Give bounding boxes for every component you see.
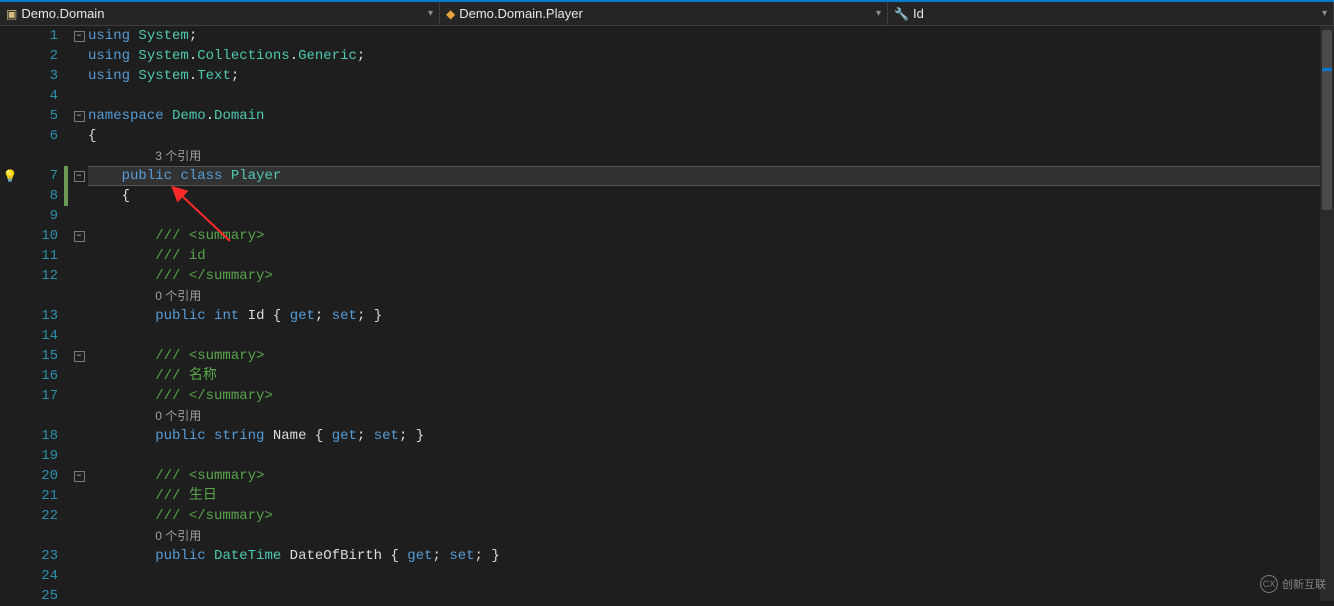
code-line[interactable] <box>88 446 1334 466</box>
fold-toggle[interactable]: − <box>74 351 85 362</box>
code-line[interactable]: { <box>88 186 1334 206</box>
code-line[interactable]: public string Name { get; set; } <box>88 426 1334 446</box>
code-line[interactable]: 0 个引用 <box>88 526 1334 546</box>
code-line[interactable]: /// </summary> <box>88 266 1334 286</box>
breadcrumb-class[interactable]: ◆ Demo.Domain.Player ▾ <box>440 2 888 25</box>
line-number: 16 <box>20 366 58 386</box>
code-line[interactable]: /// id <box>88 246 1334 266</box>
line-number: 24 <box>20 566 58 586</box>
breadcrumb-member[interactable]: 🔧 Id ▾ <box>888 2 1334 25</box>
code-line[interactable]: 0 个引用 <box>88 406 1334 426</box>
fold-toggle[interactable]: − <box>74 471 85 482</box>
code-line[interactable] <box>88 206 1334 226</box>
code-line[interactable]: public int Id { get; set; } <box>88 306 1334 326</box>
breadcrumb-class-label: Demo.Domain.Player <box>459 6 583 21</box>
line-number: 18 <box>20 426 58 446</box>
line-number <box>20 406 58 426</box>
code-area[interactable]: using System;using System.Collections.Ge… <box>88 26 1334 601</box>
breadcrumb-namespace[interactable]: ▣ Demo.Domain ▾ <box>0 2 440 25</box>
wrench-icon: 🔧 <box>894 7 909 21</box>
code-editor[interactable]: 💡 12345678910111213141516171819202122232… <box>0 26 1334 601</box>
change-marker <box>64 186 68 206</box>
line-number-gutter: 1234567891011121314151617181920212223242… <box>20 26 64 601</box>
code-line[interactable]: /// <summary> <box>88 226 1334 246</box>
code-line[interactable]: /// </summary> <box>88 506 1334 526</box>
code-line[interactable]: /// <summary> <box>88 346 1334 366</box>
fold-toggle[interactable]: − <box>74 111 85 122</box>
scrollbar-thumb[interactable] <box>1322 30 1332 210</box>
line-number <box>20 286 58 306</box>
line-number: 2 <box>20 46 58 66</box>
breadcrumb-namespace-label: Demo.Domain <box>21 6 104 21</box>
line-number: 1 <box>20 26 58 46</box>
code-line[interactable]: /// 生日 <box>88 486 1334 506</box>
line-number: 23 <box>20 546 58 566</box>
line-number <box>20 146 58 166</box>
code-line[interactable]: { <box>88 126 1334 146</box>
line-number: 25 <box>20 586 58 606</box>
class-icon: ◆ <box>446 7 455 21</box>
line-number: 14 <box>20 326 58 346</box>
code-line[interactable]: /// <summary> <box>88 466 1334 486</box>
code-line[interactable] <box>88 586 1334 606</box>
namespace-icon: ▣ <box>6 7 17 21</box>
watermark-logo-icon: CX <box>1260 575 1278 593</box>
breadcrumb-member-label: Id <box>913 6 924 21</box>
change-marker <box>64 166 68 186</box>
code-line[interactable]: namespace Demo.Domain <box>88 106 1334 126</box>
vertical-scrollbar[interactable] <box>1320 26 1334 601</box>
code-line[interactable]: /// 名称 <box>88 366 1334 386</box>
chevron-down-icon: ▾ <box>876 8 881 19</box>
code-line[interactable]: public DateTime DateOfBirth { get; set; … <box>88 546 1334 566</box>
line-number: 15 <box>20 346 58 366</box>
quickfix-icon[interactable]: 💡 <box>3 169 18 184</box>
line-number: 17 <box>20 386 58 406</box>
chevron-down-icon: ▾ <box>1322 8 1327 19</box>
breadcrumb-bar: ▣ Demo.Domain ▾ ◆ Demo.Domain.Player ▾ 🔧… <box>0 2 1334 26</box>
code-line[interactable]: public class Player <box>88 166 1334 186</box>
line-number: 8 <box>20 186 58 206</box>
line-number: 19 <box>20 446 58 466</box>
chevron-down-icon: ▾ <box>428 8 433 19</box>
fold-toggle[interactable]: − <box>74 171 85 182</box>
fold-toggle[interactable]: − <box>74 31 85 42</box>
code-line[interactable] <box>88 86 1334 106</box>
line-number: 12 <box>20 266 58 286</box>
scrollbar-marker <box>1322 68 1332 71</box>
line-number: 6 <box>20 126 58 146</box>
line-number <box>20 526 58 546</box>
line-number: 21 <box>20 486 58 506</box>
fold-toggle[interactable]: − <box>74 231 85 242</box>
watermark: CX 创新互联 <box>1260 575 1326 593</box>
code-line[interactable]: using System.Text; <box>88 66 1334 86</box>
code-line[interactable]: using System.Collections.Generic; <box>88 46 1334 66</box>
line-number: 4 <box>20 86 58 106</box>
code-line[interactable] <box>88 326 1334 346</box>
gutter-margin: 💡 <box>0 26 20 601</box>
line-number: 7 <box>20 166 58 186</box>
code-line[interactable]: /// </summary> <box>88 386 1334 406</box>
code-line[interactable]: 3 个引用 <box>88 146 1334 166</box>
line-number: 11 <box>20 246 58 266</box>
fold-gutter: − − − − − − <box>70 26 88 601</box>
line-number: 13 <box>20 306 58 326</box>
code-line[interactable]: 0 个引用 <box>88 286 1334 306</box>
line-number: 10 <box>20 226 58 246</box>
line-number: 9 <box>20 206 58 226</box>
code-line[interactable] <box>88 566 1334 586</box>
watermark-text: 创新互联 <box>1282 576 1326 592</box>
line-number: 20 <box>20 466 58 486</box>
code-line[interactable]: using System; <box>88 26 1334 46</box>
line-number: 22 <box>20 506 58 526</box>
line-number: 5 <box>20 106 58 126</box>
line-number: 3 <box>20 66 58 86</box>
